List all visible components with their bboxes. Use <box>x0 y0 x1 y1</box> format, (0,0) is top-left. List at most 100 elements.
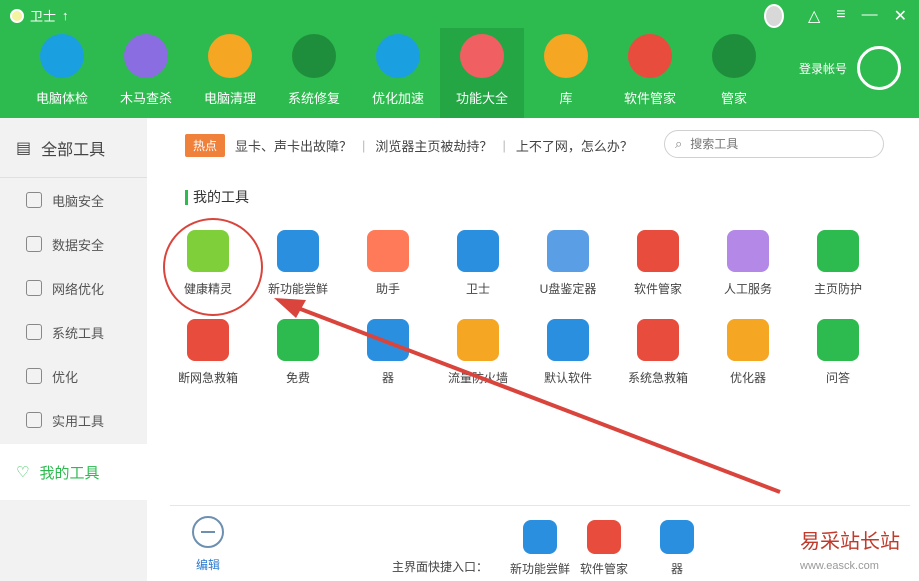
sidebar-item-my-tools[interactable]: ♡ 我的工具 <box>0 444 147 500</box>
search-input[interactable] <box>690 137 861 151</box>
sidebar-item[interactable]: 优化 <box>0 354 147 398</box>
nav-item[interactable]: 管家 <box>692 28 776 118</box>
tool-icon <box>637 230 679 272</box>
tool-icon <box>817 230 859 272</box>
search-box[interactable]: ⌕ <box>664 130 884 158</box>
tool-icon <box>277 230 319 272</box>
arrow-up-icon[interactable]: ↑ <box>62 8 69 23</box>
hot-link-3[interactable]: 上不了网，怎么办？ <box>516 136 633 155</box>
sidebar-item-label: 优化 <box>52 369 79 385</box>
sidebar-header-label: 全部工具 <box>41 141 106 159</box>
tool-item[interactable]: 免费 <box>253 319 343 386</box>
quick-entry-label: 新功能尝鲜 <box>510 562 571 576</box>
divider: | <box>362 138 366 153</box>
tool-label: 助手 <box>375 282 400 296</box>
nav-item[interactable]: 软件管家 <box>608 28 692 118</box>
hot-link-1[interactable]: 显卡、声卡出故障？ <box>235 136 352 155</box>
shield-icon <box>292 34 336 78</box>
sidebar-item[interactable]: 电脑安全 <box>0 178 147 222</box>
tool-label: 器 <box>381 371 394 385</box>
tool-item[interactable]: 软件管家 <box>613 230 703 297</box>
tool-item[interactable]: 人工服务 <box>703 230 793 297</box>
hot-link-2[interactable]: 浏览器主页被劫持？ <box>375 136 492 155</box>
tool-label: 优化器 <box>729 371 766 385</box>
quick-entry-label: 主界面快捷入口： <box>392 560 489 574</box>
tool-item[interactable]: 系统急救箱 <box>613 319 703 386</box>
tool-label: 人工服务 <box>723 282 772 296</box>
shirt-icon[interactable]: △ <box>808 6 820 26</box>
tool-icon <box>367 230 409 272</box>
tool-item[interactable]: 卫士 <box>433 230 523 297</box>
nav-item[interactable]: 电脑清理 <box>188 28 272 118</box>
account-label[interactable]: 登录帐号 <box>799 60 847 77</box>
section-title: 我的工具 <box>185 190 249 205</box>
nav-item[interactable]: 电脑体检 <box>20 28 104 118</box>
nav-item-label: 电脑清理 <box>203 91 256 106</box>
medal-icon[interactable] <box>764 4 784 28</box>
account[interactable]: 登录帐号 <box>799 46 901 90</box>
monitor-icon <box>40 34 84 78</box>
hot-bar: 热点 显卡、声卡出故障？ | 浏览器主页被劫持？ | 上不了网，怎么办？ <box>185 134 633 157</box>
minimize-icon[interactable]: — <box>862 6 878 26</box>
top-bar: 卫士 ↑ △ ≡ — ✕ 电脑体检 木马查杀 电脑清理 系统修复 优化加速 功能大全 库 软件… <box>0 0 919 118</box>
sidebar-item[interactable]: 网络优化 <box>0 266 147 310</box>
nav-item[interactable]: 木马查杀 <box>104 28 188 118</box>
tool-item[interactable]: 问答 <box>793 319 883 386</box>
tool-item[interactable]: 断网急救箱 <box>163 319 253 386</box>
minus-circle-icon <box>192 516 224 548</box>
bottom-bar: 编辑 主界面快捷入口： 新功能尝鲜 软件管家 器 <box>170 505 910 581</box>
tool-item[interactable]: 流量防火墙 <box>433 319 523 386</box>
tools-grid: 健康精灵 新功能尝鲜 助手 卫士 U盘鉴定器 软件管家 人工服务 主页防护 断网急救箱 免费器流量… <box>163 230 883 386</box>
tool-icon <box>727 230 769 272</box>
sidebar-item[interactable]: 实用工具 <box>0 398 147 442</box>
category-icon <box>26 236 42 252</box>
tool-item[interactable]: 默认软件 <box>523 319 613 386</box>
tool-item[interactable]: 器 <box>343 319 433 386</box>
nav-item[interactable]: 库 <box>524 28 608 118</box>
nav-item-label: 软件管家 <box>623 91 676 106</box>
tool-item[interactable]: 助手 <box>343 230 433 297</box>
nav-item[interactable]: 优化加速 <box>356 28 440 118</box>
quick-entry[interactable]: 新功能尝鲜 <box>510 520 570 577</box>
quick-entry[interactable]: 软件管家 <box>580 520 628 577</box>
apps-icon <box>628 34 672 78</box>
sidebar-item[interactable]: 系统工具 <box>0 310 147 354</box>
tool-item[interactable]: 新功能尝鲜 <box>253 230 343 297</box>
account-avatar-icon[interactable] <box>857 46 901 90</box>
divider: | <box>502 138 506 153</box>
sidebar-items: 电脑安全 数据安全 网络优化 系统工具优化实用工具 <box>0 178 147 442</box>
menu-icon[interactable]: ≡ <box>836 6 845 26</box>
nav-item[interactable]: 系统修复 <box>272 28 356 118</box>
sidebar-header[interactable]: ▤ 全部工具 <box>0 118 147 178</box>
tool-icon <box>817 319 859 361</box>
grid-icon <box>460 34 504 78</box>
rocket-icon <box>376 34 420 78</box>
nav-item-label: 木马查杀 <box>119 91 172 106</box>
quick-entry-icon <box>660 520 694 554</box>
tool-icon <box>277 319 319 361</box>
quick-entry[interactable]: 器 <box>660 520 694 577</box>
sidebar-item-label: 实用工具 <box>52 413 105 429</box>
quick-entry-label: 器 <box>670 562 683 576</box>
search-icon: ⌕ <box>675 136 683 151</box>
tool-item[interactable]: 主页防护 <box>793 230 883 297</box>
tool-item[interactable]: 优化器 <box>703 319 793 386</box>
tool-icon <box>187 319 229 361</box>
nav-item-label: 库 <box>559 91 573 106</box>
nav-item-label: 系统修复 <box>287 91 340 106</box>
watermark: 易采站长站 <box>800 529 900 553</box>
nav-item[interactable]: 功能大全 <box>440 28 524 118</box>
tool-item[interactable]: U盘鉴定器 <box>523 230 613 297</box>
category-icon <box>26 324 42 340</box>
box-icon <box>544 34 588 78</box>
sidebar-item[interactable]: 数据安全 <box>0 222 147 266</box>
close-icon[interactable]: ✕ <box>894 6 907 26</box>
edit-label[interactable]: 编辑 <box>196 556 220 573</box>
tool-label: 默认软件 <box>543 371 592 385</box>
edit-button[interactable]: 编辑 <box>192 516 224 573</box>
nav-item-label: 电脑体检 <box>35 91 88 106</box>
tool-label: U盘鉴定器 <box>539 282 597 296</box>
tool-icon <box>457 319 499 361</box>
category-icon <box>26 368 42 384</box>
nav-item-label: 功能大全 <box>455 91 508 106</box>
